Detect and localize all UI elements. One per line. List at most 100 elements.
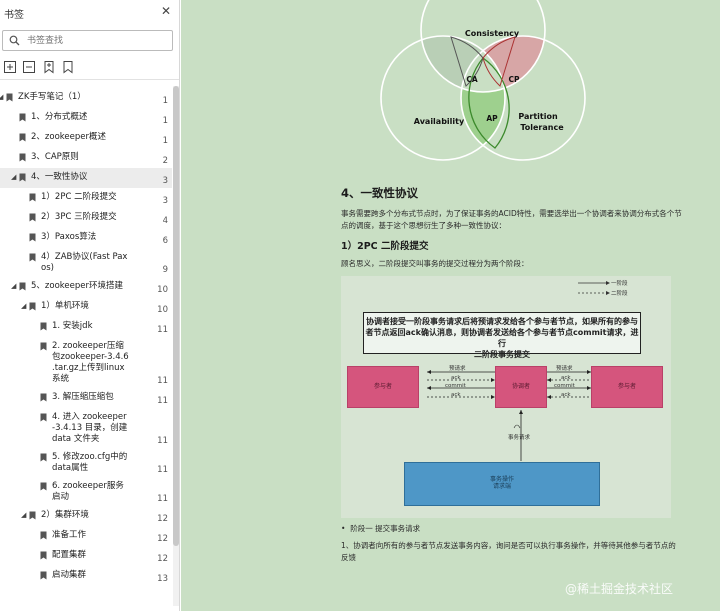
bookmark-item[interactable]: 1、分布式概述 1	[0, 108, 172, 128]
ap-label: AP	[486, 114, 498, 123]
step-line-2: 反馈	[341, 553, 356, 562]
bookmark-item-page: 3	[162, 196, 168, 206]
bookmark-item-page: 2	[162, 156, 168, 166]
bookmark-item-label: 配置集群	[52, 550, 87, 560]
expand-all-icon[interactable]	[3, 60, 17, 74]
bookmark-ribbon-icon	[40, 551, 47, 560]
msg-commit-right: commit	[554, 383, 575, 389]
bookmark-item[interactable]: 配置集群 12	[0, 546, 172, 566]
bookmark-item-label: 2）3PC 三阶段提交	[41, 212, 117, 222]
bookmark-item[interactable]: 3）Paxos算法 6	[0, 228, 172, 248]
document-view[interactable]: Consistency Availability Partition Toler…	[181, 0, 720, 611]
ca-label: CA	[466, 75, 478, 84]
bookmark-item[interactable]: 3. 解压缩压缩包 11	[0, 388, 172, 408]
close-icon[interactable]: ✕	[160, 5, 172, 17]
caption-line-3: 二阶段事务提交	[474, 350, 530, 359]
bullet-phase-1-text: 阶段一 提交事务请求	[350, 524, 421, 533]
bookmark-item[interactable]: 2. zookeeper压缩 包zookeeper-3.4.6 .tar.gz上传到…	[0, 337, 172, 388]
expand-arrow-icon[interactable]: ◢	[11, 282, 19, 290]
bookmark-item-page: 9	[162, 265, 168, 275]
bookmark-item-label: 1）2PC 二阶段提交	[41, 192, 117, 202]
bookmark-item[interactable]: 1. 安装jdk 11	[0, 317, 172, 337]
bookmark-search-box[interactable]	[2, 30, 173, 51]
client-label-2: 请求端	[492, 483, 511, 490]
bookmark-item[interactable]: ◢ 2）集群环境 12	[0, 506, 172, 526]
coordinator-label: 协调者	[511, 383, 530, 390]
msg-prepare-left: 预请求	[449, 366, 466, 372]
bookmark-item-label: 启动集群	[52, 570, 87, 580]
intro-line-2: 点的调度，基于这个思想衍生了多种一致性协议：	[341, 221, 506, 230]
bookmark-item[interactable]: 3、CAP原则 2	[0, 148, 172, 168]
expand-arrow-icon[interactable]: ◢	[21, 511, 29, 519]
expand-arrow-icon[interactable]: ◢	[11, 173, 19, 181]
bookmark-item[interactable]: ◢ZK手写笔记（1）1	[0, 88, 172, 108]
bookmark-ribbon-icon	[19, 133, 26, 142]
bookmark-ribbon-icon	[19, 153, 26, 162]
bookmark-ribbon-icon	[40, 453, 47, 462]
partition-label-2: Tolerance	[520, 123, 564, 132]
bookmark-ribbon-icon	[40, 393, 47, 402]
bookmark-ribbon-icon	[40, 322, 47, 331]
2pc-figure: 一阶段 二阶段 协调者接受一阶段事务请求后将预请求发给各个参与者节点，如果所有的…	[341, 276, 671, 518]
bookmark-item-label: ZK手写笔记（1）	[18, 92, 86, 102]
msg-prepare-right: 预请求	[556, 366, 573, 372]
cap-venn-diagram: Consistency Availability Partition Toler…	[380, 0, 586, 161]
bookmark-item[interactable]: 4. 进入 zookeeper -3.4.13 目录，创建 data 文件夹 11	[0, 408, 172, 448]
bookmark-ribbon-icon	[29, 511, 36, 520]
bookmark-item-page: 11	[157, 465, 168, 475]
subsection-title: 1）2PC 二阶段提交	[341, 241, 429, 252]
bookmark-item-page: 11	[157, 376, 168, 386]
section-title: 4、一致性协议	[341, 186, 419, 200]
bookmark-item-page: 10	[157, 305, 168, 315]
expand-arrow-icon[interactable]: ◢	[21, 302, 29, 310]
2pc-caption-box: 协调者接受一阶段事务请求后将预请求发给各个参与者节点，如果所有的参与 者节点返回…	[363, 312, 641, 359]
add-bookmark-icon[interactable]	[42, 60, 56, 74]
bookmark-item[interactable]: ◢ 4、一致性协议 3	[0, 168, 172, 188]
cp-label: CP	[508, 75, 520, 84]
participant-right-node: 参与者	[591, 366, 663, 408]
partition-label-1: Partition	[518, 112, 558, 121]
legend-phase-1: 一阶段	[611, 281, 628, 287]
bookmark-item[interactable]: 1）2PC 二阶段提交 3	[0, 188, 172, 208]
bookmark-item-label: 3. 解压缩压缩包	[52, 392, 114, 402]
legend-phase-2: 二阶段	[611, 291, 628, 297]
bookmark-item-label: 准备工作	[52, 530, 87, 540]
bookmark-item[interactable]: 5. 修改zoo.cfg中的 data属性 11	[0, 448, 172, 477]
bookmark-item[interactable]: ◢ 5、zookeeper环境搭建 10	[0, 277, 172, 297]
bookmark-ribbon-icon	[40, 413, 47, 422]
consistency-label: Consistency	[465, 29, 520, 38]
msg-ack-right: ack	[561, 375, 571, 381]
bookmark-item[interactable]: 4）ZAB协议(Fast Pax os) 9	[0, 248, 172, 277]
sidebar-scrollbar-thumb[interactable]	[173, 86, 179, 546]
bookmark-item-page: 11	[157, 494, 168, 504]
bookmark-item-page: 1	[162, 96, 168, 106]
search-icon	[9, 35, 20, 46]
bookmark-item[interactable]: 启动集群 13	[0, 566, 172, 586]
collapse-all-icon[interactable]	[22, 60, 36, 74]
bookmark-item-label: 2、zookeeper概述	[31, 132, 106, 142]
bookmark-ribbon-icon	[19, 173, 26, 182]
coordinator-node: 协调者	[495, 366, 547, 408]
bookmark-item-label: 4. 进入 zookeeper -3.4.13 目录，创建 data 文件夹	[52, 412, 128, 444]
sidebar-title: 书签	[4, 10, 24, 21]
bookmark-item[interactable]: 6. zookeeper服务 启动 11	[0, 477, 172, 506]
bookmark-item-label: 2）集群环境	[41, 510, 89, 520]
bookmark-item-label: 6. zookeeper服务 启动	[52, 481, 124, 502]
bookmark-sidebar: 书签 ✕ ◢ ZK手写笔记（1） 1 1、分布式概述 1 2、zookeeper概述 1 3、…	[0, 0, 180, 611]
sidebar-scrollbar[interactable]	[173, 86, 179, 606]
bookmark-icon[interactable]	[61, 60, 75, 74]
sidebar-toolbar	[0, 58, 179, 76]
client-node: 事务操作 请求端	[404, 462, 600, 506]
bookmark-item[interactable]: 2、zookeeper概述 1	[0, 128, 172, 148]
bookmark-item[interactable]: 准备工作 12	[0, 526, 172, 546]
bookmark-item[interactable]: 2）3PC 三阶段提交 4	[0, 208, 172, 228]
bookmark-ribbon-icon	[40, 571, 47, 580]
sidebar-header: 书签 ✕	[0, 0, 179, 26]
bookmark-search-input[interactable]	[27, 33, 167, 48]
bookmark-item[interactable]: ◢ 1）单机环境 10	[0, 297, 172, 317]
bookmark-ribbon-icon	[40, 531, 47, 540]
bookmark-item-label: 1、分布式概述	[31, 112, 88, 122]
bookmark-item-page: 4	[162, 216, 168, 226]
bookmark-item-label: 5、zookeeper环境搭建	[31, 281, 123, 291]
step-line-1: 1、协调者向所有的参与者节点发送事务内容，询问是否可以执行事务操作，并等待其他参…	[341, 541, 676, 550]
